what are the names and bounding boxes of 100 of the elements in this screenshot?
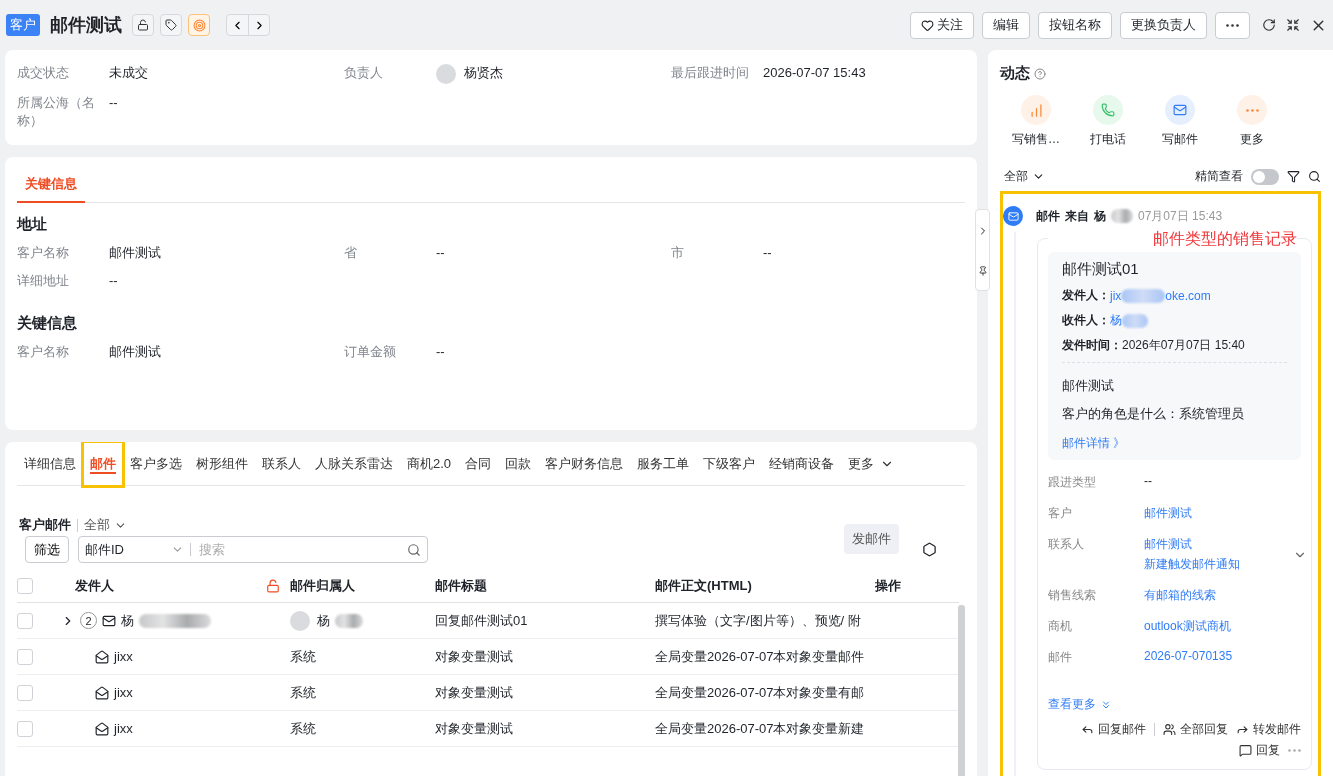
column-header: 邮件标题 — [435, 576, 488, 595]
follow-button[interactable]: 关注 — [910, 11, 974, 39]
field-label: 省 — [344, 244, 358, 262]
related-tab[interactable]: 客户多选 — [123, 442, 189, 486]
mail-subject: 邮件测试01 — [1062, 260, 1140, 279]
scope-dropdown[interactable]: 全部 — [84, 516, 127, 534]
field-link[interactable]: 2026-07-070135 — [1144, 649, 1233, 663]
search-field[interactable]: 邮件ID 搜索 — [78, 536, 428, 563]
table-cell-text: 系统 — [290, 683, 317, 702]
unlock-icon — [137, 19, 149, 31]
field-value: 邮件测试 — [109, 244, 161, 262]
table-cell-text: 对象变量测试 — [435, 719, 514, 738]
quick-action[interactable]: 打电话 — [1072, 95, 1144, 148]
field-link[interactable]: 邮件测试 — [1144, 505, 1192, 522]
side-handle[interactable] — [975, 209, 990, 291]
mail-icon — [102, 613, 116, 628]
field-value: 邮件测试 — [109, 343, 161, 361]
quick-action[interactable]: 写销售… — [1000, 95, 1072, 148]
table-cell-text: 系统 — [290, 719, 317, 738]
owner-name: 杨 — [317, 611, 330, 630]
refresh-icon[interactable] — [1262, 18, 1276, 32]
field-value: 杨贤杰 — [464, 64, 503, 82]
mail-body-line: 邮件测试 — [1062, 377, 1115, 395]
scrollbar[interactable] — [958, 605, 965, 776]
related-tab[interactable]: 邮件 — [83, 442, 123, 486]
section-tab[interactable]: 关键信息 — [17, 169, 85, 203]
related-tab[interactable]: 服务工单 — [630, 442, 697, 486]
checkbox[interactable] — [17, 577, 33, 594]
field-label: 客户 — [1048, 505, 1073, 522]
pin-icon[interactable] — [977, 265, 988, 276]
sender-name: jixx — [114, 649, 133, 664]
field-link[interactable]: outlook测试商机 — [1144, 618, 1231, 635]
field-label: 订单金额 — [344, 343, 397, 361]
meta-link[interactable]: 杨 — [1110, 312, 1122, 329]
table-cell-text: 系统 — [290, 647, 317, 666]
checkbox[interactable] — [17, 720, 33, 737]
related-tab[interactable]: 商机2.0 — [400, 442, 459, 486]
comment-button[interactable]: 回复 — [1239, 742, 1280, 759]
filter-button[interactable]: 筛选 — [25, 536, 69, 563]
table-cell-text: 全局变量2026-07-07本对象变量新建 — [655, 719, 866, 738]
blur-mark — [1121, 288, 1166, 303]
action-button[interactable]: 更换负责人 — [1120, 11, 1207, 39]
action-button[interactable]: 按钮名称 — [1038, 11, 1112, 39]
sender-name: 杨 — [121, 611, 134, 630]
field-label: 详细地址 — [17, 272, 70, 290]
related-tab[interactable]: 详细信息 — [17, 442, 83, 486]
record-type-badge: 客户 — [6, 14, 40, 36]
table-cell-text: 撰写体验（文字/图片等）、预览/ 附 — [655, 611, 862, 630]
sender-name: jixx — [114, 685, 133, 700]
shrink-icon[interactable] — [1286, 18, 1300, 32]
see-more-link[interactable]: 查看更多 — [1048, 696, 1301, 713]
reply-icon — [1081, 723, 1094, 736]
action-button[interactable]: 编辑 — [982, 11, 1030, 39]
field-link[interactable]: 邮件测试 — [1144, 536, 1240, 553]
related-tab[interactable]: 回款 — [498, 442, 539, 486]
related-tab[interactable]: 人脉关系雷达 — [308, 442, 400, 486]
field-label: 负责人 — [344, 64, 384, 82]
forward-mail-button[interactable]: 转发邮件 — [1236, 721, 1301, 738]
checkbox[interactable] — [17, 648, 33, 665]
more-icon — [1245, 108, 1259, 112]
field-value: -- — [436, 343, 445, 361]
list-title: 客户邮件 — [19, 516, 71, 534]
related-tab[interactable]: 客户财务信息 — [538, 442, 631, 486]
meta-label: 发件时间： — [1062, 337, 1122, 354]
forward-icon — [1236, 723, 1249, 736]
table-cell-text: 全局变量2026-07-07本对象变量邮件 — [655, 647, 866, 666]
feed-from: 来自 — [1065, 207, 1089, 225]
send-mail-button[interactable]: 发邮件 — [844, 523, 899, 554]
more-icon[interactable] — [1288, 749, 1301, 752]
field-label: 客户名称 — [17, 343, 70, 361]
field-label: 所属公海（名称） — [17, 93, 96, 130]
help-icon[interactable] — [1034, 67, 1046, 80]
reply-all-button[interactable]: 全部回复 — [1163, 721, 1228, 738]
field-select[interactable]: 邮件ID — [85, 540, 165, 559]
filter-icon[interactable] — [1287, 170, 1300, 183]
scope-dropdown[interactable]: 全部 — [1004, 168, 1045, 185]
meta-link[interactable]: oke.com — [1165, 288, 1211, 303]
related-tab[interactable]: 树形组件 — [189, 442, 255, 486]
more-tab[interactable]: 更多 — [841, 442, 902, 486]
compact-toggle[interactable] — [1251, 168, 1279, 185]
related-tab[interactable]: 联系人 — [255, 442, 308, 486]
unlock-button[interactable] — [132, 14, 154, 36]
search-icon[interactable] — [1308, 170, 1321, 183]
tag-button[interactable] — [160, 14, 182, 36]
reply-mail-button[interactable]: 回复邮件 — [1081, 721, 1146, 738]
related-tab[interactable]: 合同 — [458, 442, 499, 486]
mail-icon — [95, 721, 109, 736]
checkbox[interactable] — [17, 684, 33, 701]
quick-action[interactable]: 写邮件 — [1144, 95, 1216, 148]
heart-icon — [921, 18, 934, 32]
field-link[interactable]: 有邮箱的线索 — [1144, 587, 1216, 604]
settings-icon[interactable] — [922, 542, 937, 557]
avatar-icon — [436, 64, 456, 84]
related-tab[interactable]: 下级客户 — [696, 442, 763, 486]
checkbox[interactable] — [17, 612, 33, 629]
field-link[interactable]: 新建触发邮件通知 — [1144, 556, 1240, 573]
meta-link[interactable]: jix — [1110, 288, 1122, 303]
mail-detail-link[interactable]: 邮件详情 》 — [1062, 436, 1126, 450]
quick-action[interactable]: 更多 — [1216, 95, 1288, 148]
related-tab[interactable]: 经销商设备 — [762, 442, 842, 486]
